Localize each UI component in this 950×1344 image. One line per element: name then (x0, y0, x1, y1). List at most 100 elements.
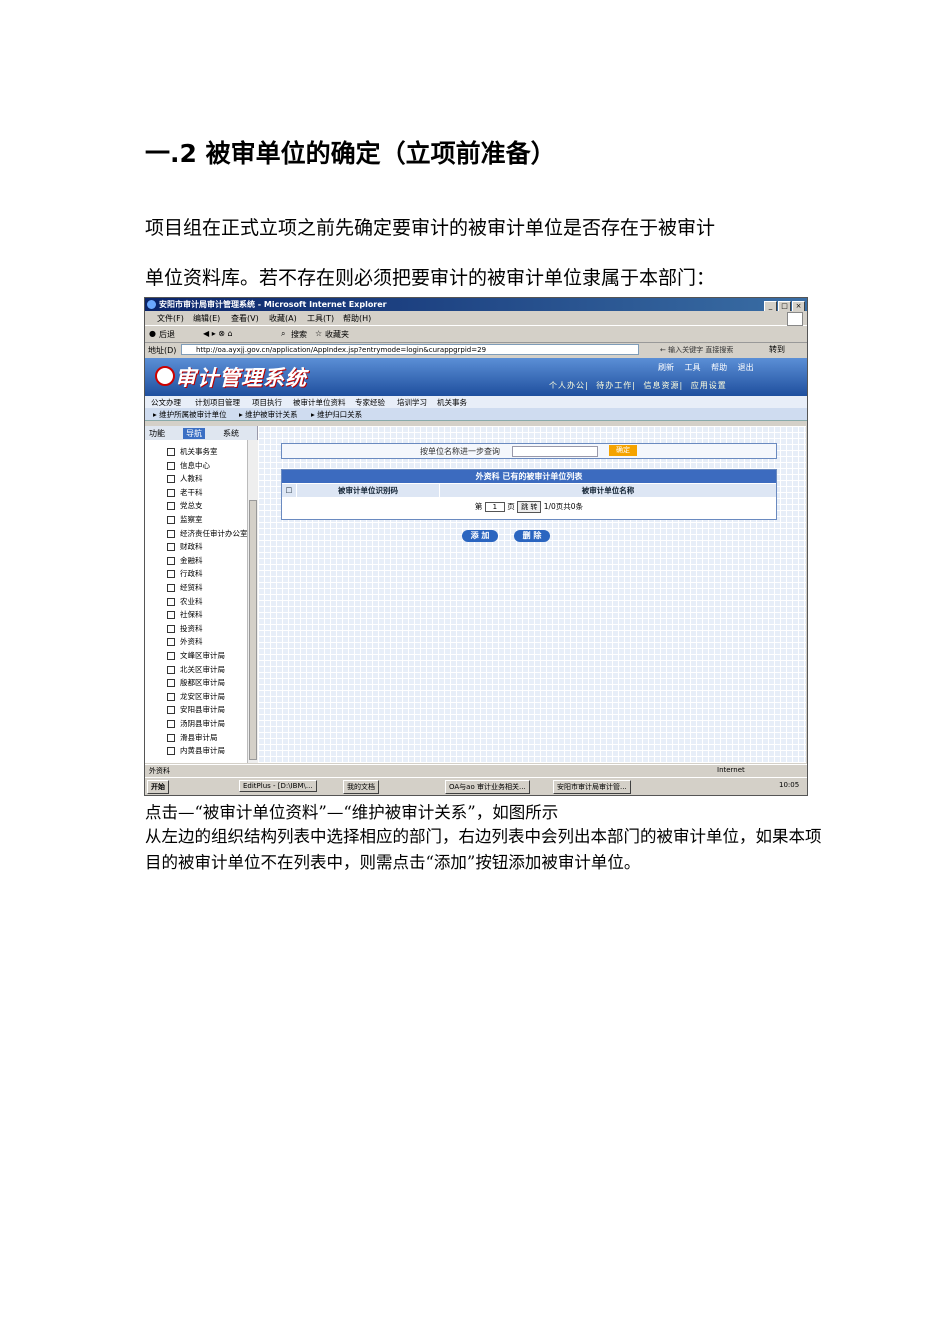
window-title: 安阳市审计局审计管理系统 - Microsoft Internet Explor… (159, 300, 387, 309)
tree-item[interactable]: 文峰区审计局 (167, 650, 225, 661)
menu-tools[interactable]: 工具(T) (307, 313, 334, 324)
subtab-audit-relation[interactable]: ▸ 维护被审计关系 (239, 409, 298, 420)
tree-item[interactable]: 滑县审计局 (167, 732, 218, 743)
node-icon[interactable] (167, 461, 175, 470)
node-icon[interactable] (167, 570, 175, 579)
tree-item[interactable]: 北关区审计局 (167, 664, 225, 675)
node-icon[interactable] (167, 475, 175, 484)
intro-paragraph-line1: 项目组在正式立项之前先确定要审计的被审计单位是否存在于被审计 (145, 217, 716, 239)
tab-expert-experience[interactable]: 专家经验 (355, 397, 385, 408)
tree-item[interactable]: 投资科 (167, 623, 203, 634)
tree-item[interactable]: 龙安区审计局 (167, 691, 225, 702)
menu-help[interactable]: 帮助(H) (343, 313, 371, 324)
lefttab-system[interactable]: 系统 (223, 428, 239, 439)
jump-button[interactable]: 跳 转 (517, 501, 542, 513)
favorites-button[interactable]: 收藏夹 (325, 329, 349, 340)
nav-pending-work[interactable]: 待办工作 (596, 381, 632, 390)
node-icon[interactable] (167, 584, 175, 592)
lefttab-functions[interactable]: 功能 (149, 428, 165, 439)
menu-edit[interactable]: 编辑(E) (193, 313, 220, 324)
node-icon[interactable] (167, 611, 175, 620)
subtab-own-units[interactable]: ▸ 维护所属被审计单位 (153, 409, 227, 420)
tree-item[interactable]: 机关事务室 (167, 446, 218, 457)
tree-scrollbar[interactable] (247, 440, 258, 763)
expand-icon[interactable] (167, 747, 175, 756)
select-all-checkbox[interactable]: ☐ (282, 484, 296, 497)
tree-item[interactable]: 财政科 (167, 541, 203, 552)
expand-icon[interactable] (167, 692, 175, 701)
tree-item[interactable]: 内黄县审计局 (167, 745, 225, 756)
tree-item[interactable]: 外资科 (167, 636, 203, 647)
tree-item[interactable]: 金融科 (167, 555, 203, 566)
tools-link[interactable]: 工具 (685, 363, 701, 372)
menu-favorites[interactable]: 收藏(A) (269, 313, 297, 324)
nav-info-resources[interactable]: 信息资源 (644, 381, 680, 390)
tab-plan-projects[interactable]: 计划项目管理 (195, 397, 240, 408)
tab-audited-units[interactable]: 被审计单位资料 (293, 397, 346, 408)
tab-project-execution[interactable]: 项目执行 (252, 397, 282, 408)
add-button[interactable]: 添 加 (462, 530, 498, 542)
nav-app-settings[interactable]: 应用设置 (691, 381, 727, 390)
forward-icon[interactable]: ◀ ▸ ⊗ ⌂ (203, 329, 233, 338)
expand-icon[interactable] (167, 652, 175, 660)
expand-icon[interactable] (167, 720, 175, 728)
address-input[interactable]: http://oa.ayxjj.gov.cn/application/AppIn… (181, 344, 639, 355)
tab-documents[interactable]: 公文办理 (151, 397, 181, 408)
tree-item[interactable]: 社保科 (167, 609, 203, 620)
search-ok-button[interactable]: 确定 (609, 445, 637, 456)
task-audit-system[interactable]: 安阳市审计局审计管... (553, 780, 631, 794)
node-icon[interactable] (167, 638, 175, 647)
tree-item[interactable]: 殷都区审计局 (167, 677, 225, 688)
node-icon[interactable] (167, 529, 175, 538)
internet-zone: Internet (717, 766, 745, 774)
subtab-category-relation[interactable]: ▸ 维护归口关系 (311, 409, 362, 420)
nav-personal-office[interactable]: 个人办公 (549, 381, 585, 390)
delete-button[interactable]: 删 除 (514, 530, 550, 542)
node-icon[interactable] (167, 624, 175, 633)
lefttab-navigation[interactable]: 导航 (183, 428, 205, 439)
expand-icon[interactable] (167, 733, 175, 742)
menu-file[interactable]: 文件(F) (157, 313, 184, 324)
sub-tabs: ▸ 维护所属被审计单位 ▸ 维护被审计关系 ▸ 维护归口关系 (145, 408, 807, 421)
search-button[interactable]: 搜索 (291, 329, 307, 340)
task-editplus[interactable]: EditPlus - [D:\IBM\... (239, 780, 317, 792)
search-hint[interactable]: ← 输入关键字 直接搜索 (660, 345, 733, 355)
tree-item[interactable]: 经贸科 (167, 582, 203, 593)
menu-view[interactable]: 查看(V) (231, 313, 259, 324)
expand-icon[interactable] (167, 706, 175, 715)
tree-item[interactable]: 行政科 (167, 568, 203, 579)
tree-item[interactable]: 党总支 (167, 500, 203, 511)
node-icon[interactable] (167, 502, 175, 511)
tree-item[interactable]: 信息中心 (167, 460, 210, 471)
unit-name-search-input[interactable] (512, 446, 598, 457)
page-number-input[interactable]: 1 (484, 502, 505, 512)
tree-item[interactable]: 监察室 (167, 514, 203, 525)
back-button[interactable]: 后退 (159, 329, 175, 340)
tree-item[interactable]: 汤阴县审计局 (167, 718, 225, 729)
refresh-link[interactable]: 刷新 (658, 363, 674, 372)
help-link[interactable]: 帮助 (711, 363, 727, 372)
tree-item[interactable]: 老干科 (167, 487, 203, 498)
expand-icon[interactable] (167, 665, 175, 674)
node-icon[interactable] (167, 488, 175, 497)
logout-link[interactable]: 退出 (738, 363, 754, 372)
expand-icon[interactable] (167, 679, 175, 688)
node-icon[interactable] (167, 516, 175, 524)
tree-item[interactable]: 安阳县审计局 (167, 704, 225, 715)
task-oa-audit[interactable]: OA与ao 审计业务相关... (445, 780, 530, 794)
tree-item[interactable]: 经济责任审计办公室 (167, 528, 248, 539)
pager-page-label: 页 (507, 502, 515, 511)
task-my-documents[interactable]: 我的文档 (343, 780, 379, 794)
tab-training[interactable]: 培训学习 (397, 397, 427, 408)
audit-logo-icon (155, 366, 175, 386)
node-icon[interactable] (167, 543, 175, 552)
tab-admin-affairs[interactable]: 机关事务 (437, 397, 467, 408)
node-icon[interactable] (167, 448, 175, 456)
start-button[interactable]: 开始 (147, 780, 169, 794)
go-button[interactable]: 转到 (769, 344, 785, 355)
node-icon[interactable] (167, 556, 175, 565)
search-label: 按单位名称进一步查询 (420, 447, 500, 456)
tree-item[interactable]: 人教科 (167, 473, 203, 484)
node-icon[interactable] (167, 597, 175, 606)
tree-item[interactable]: 农业科 (167, 596, 203, 607)
